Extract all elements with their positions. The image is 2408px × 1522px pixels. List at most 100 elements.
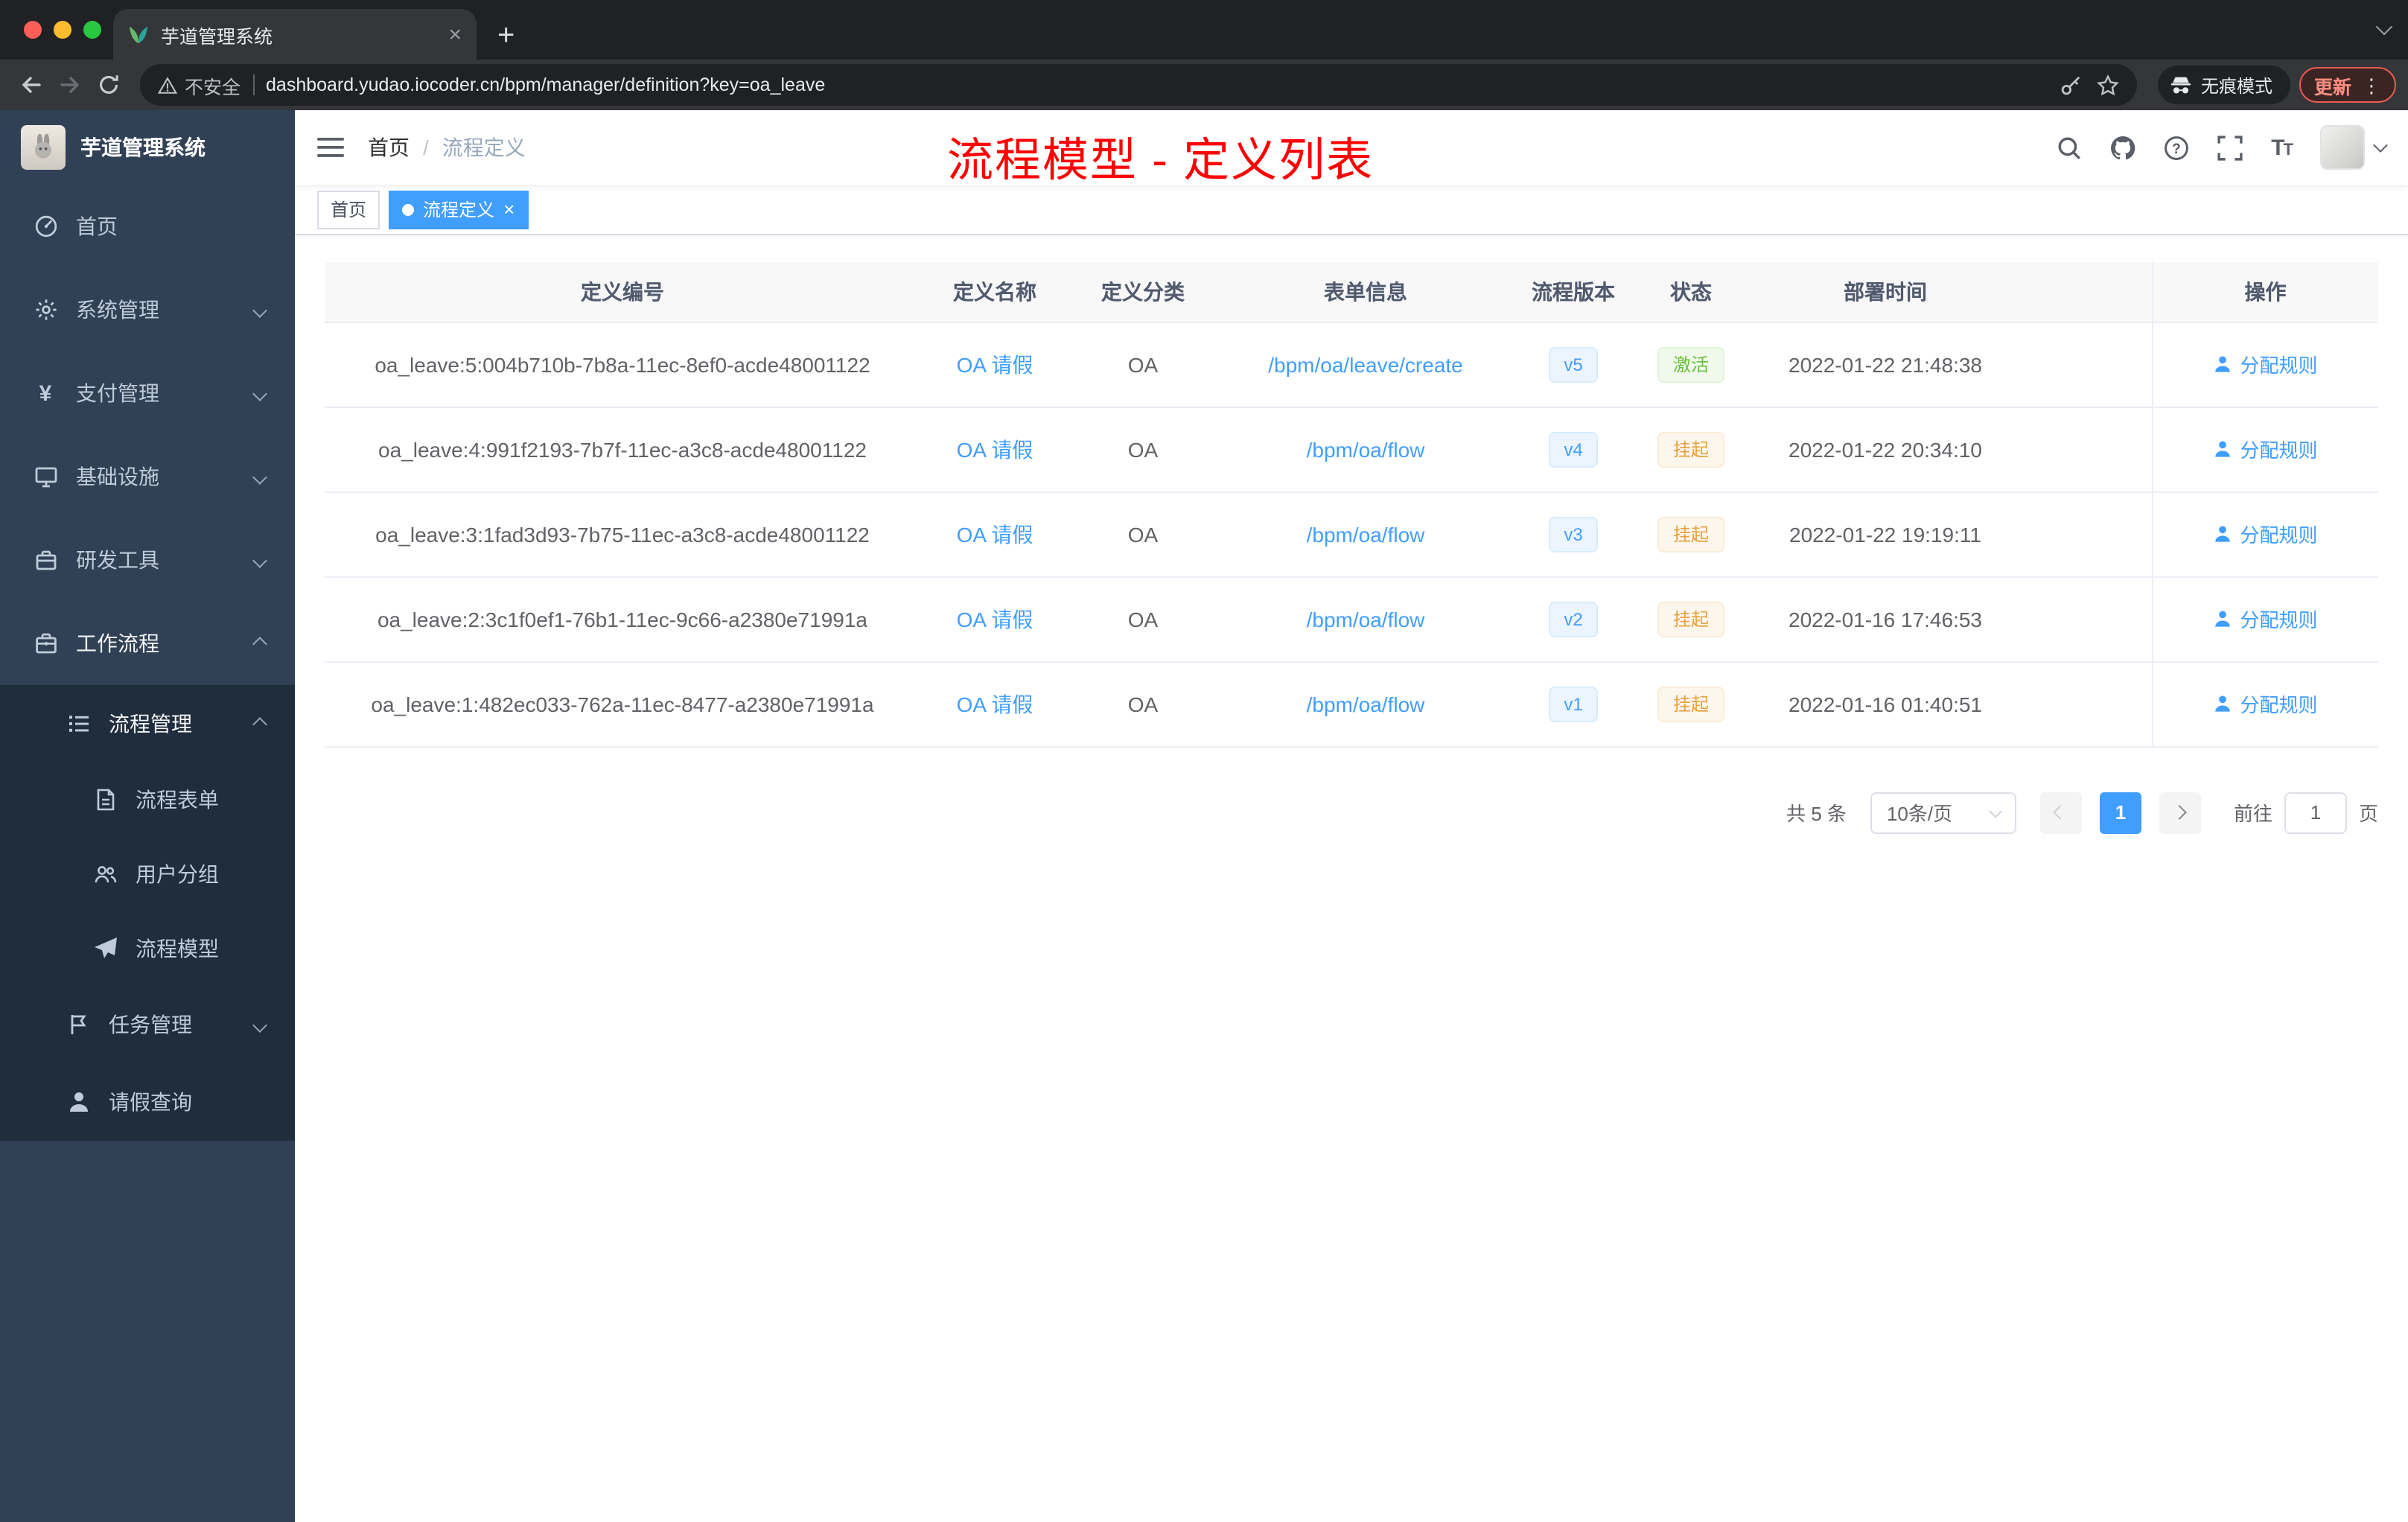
version-badge: v5 xyxy=(1549,346,1598,382)
sidebar-item-home[interactable]: 首页 xyxy=(0,185,295,268)
browser-menu-icon[interactable]: ⋮ xyxy=(2362,75,2381,95)
security-indicator[interactable]: 不安全 xyxy=(158,71,241,99)
form-link[interactable]: /bpm/oa/flow xyxy=(1307,692,1425,716)
font-size-icon[interactable]: TT xyxy=(2271,135,2293,160)
tag-close-icon[interactable]: × xyxy=(503,200,515,219)
page-content: 定义编号 定义名称 定义分类 表单信息 流程版本 状态 部署时间 操作 oa_l… xyxy=(295,235,2408,1522)
next-page-button[interactable] xyxy=(2159,792,2201,833)
sidebar-item-leave-query[interactable]: 请假查询 xyxy=(0,1063,295,1141)
annotation-text: 流程模型 - 定义列表 xyxy=(947,134,1375,186)
browser-tab[interactable]: 芋道管理系统 × xyxy=(113,9,477,60)
form-link[interactable]: /bpm/oa/leave/create xyxy=(1268,352,1463,376)
screen: 芋道管理系统 × + 不安全 dashboard.yudao.iocoder.c… xyxy=(0,0,2408,1522)
prev-page-button[interactable] xyxy=(2039,792,2082,833)
browser-update-button[interactable]: 更新 ⋮ xyxy=(2299,67,2396,103)
yen-icon: ¥ xyxy=(39,380,52,406)
tab-search-icon[interactable] xyxy=(2375,18,2393,36)
chevron-down-icon xyxy=(252,469,267,484)
reload-button[interactable] xyxy=(89,66,128,104)
address-bar[interactable]: 不安全 dashboard.yudao.iocoder.cn/bpm/manag… xyxy=(140,64,2137,106)
url-text[interactable]: dashboard.yudao.iocoder.cn/bpm/manager/d… xyxy=(266,74,2045,95)
chevron-down-icon xyxy=(252,553,267,567)
sidebar-item-infrastructure[interactable]: 基础设施 xyxy=(0,435,295,518)
github-icon[interactable] xyxy=(2110,135,2135,160)
sidebar-item-process-model[interactable]: 流程模型 xyxy=(0,911,295,986)
definition-name-link[interactable]: OA 请假 xyxy=(957,692,1033,716)
password-key-icon[interactable] xyxy=(2060,74,2082,96)
sidebar-item-process-management[interactable]: 流程管理 xyxy=(0,685,295,762)
assign-rule-link[interactable]: 分配规则 xyxy=(2213,520,2318,548)
table-row: oa_leave:1:482ec033-762a-11ec-8477-a2380… xyxy=(325,661,2378,747)
definition-name-link[interactable]: OA 请假 xyxy=(957,522,1033,546)
cell-category: OA xyxy=(1069,407,1217,492)
assign-rule-link[interactable]: 分配规则 xyxy=(2213,605,2318,633)
column-header-id: 定义编号 xyxy=(325,262,920,322)
status-badge: 挂起 xyxy=(1657,601,1724,637)
sidebar-item-payment[interactable]: ¥ 支付管理 xyxy=(0,351,295,435)
assign-rule-link[interactable]: 分配规则 xyxy=(2213,435,2318,463)
close-window-button[interactable] xyxy=(24,21,42,39)
version-badge: v4 xyxy=(1549,431,1598,467)
sidebar-item-label: 流程表单 xyxy=(136,788,219,812)
sidebar-item-process-form[interactable]: 流程表单 xyxy=(0,762,295,837)
person-icon xyxy=(2215,441,2231,457)
help-icon[interactable]: ? xyxy=(2164,135,2189,160)
fullscreen-icon[interactable] xyxy=(2217,135,2243,160)
tag-home[interactable]: 首页 xyxy=(317,190,380,229)
window-controls xyxy=(24,21,101,39)
goto-page-input[interactable] xyxy=(2284,792,2347,833)
tab-title: 芋道管理系统 xyxy=(161,26,273,47)
cell-deploy-time: 2022-01-22 21:48:38 xyxy=(1750,322,2021,407)
sidebar-item-label: 任务管理 xyxy=(109,1013,192,1037)
sidebar-item-label: 首页 xyxy=(76,214,118,238)
assign-rule-link[interactable]: 分配规则 xyxy=(2213,690,2318,718)
breadcrumb-home[interactable]: 首页 xyxy=(368,133,410,162)
sidebar-item-label: 工作流程 xyxy=(76,631,159,655)
definition-name-link[interactable]: OA 请假 xyxy=(957,607,1033,631)
chevron-down-icon xyxy=(252,1017,267,1032)
navbar-actions: ? TT xyxy=(2057,125,2388,170)
forward-button[interactable] xyxy=(51,66,89,104)
version-badge: v3 xyxy=(1549,516,1598,552)
sidebar-item-task-management[interactable]: 任务管理 xyxy=(0,986,295,1063)
avatar[interactable] xyxy=(2320,125,2365,170)
sidebar-item-label: 用户分组 xyxy=(136,862,219,886)
sidebar-item-system[interactable]: 系统管理 xyxy=(0,268,295,351)
search-icon[interactable] xyxy=(2057,135,2082,160)
column-header-version: 流程版本 xyxy=(1514,262,1632,322)
new-tab-button[interactable]: + xyxy=(497,21,515,51)
tag-label: 流程定义 xyxy=(423,200,495,220)
bookmark-star-icon[interactable] xyxy=(2097,74,2119,96)
tag-label: 首页 xyxy=(331,200,367,220)
tag-process-definition[interactable]: 流程定义 × xyxy=(389,190,529,229)
sidebar-item-devtools[interactable]: 研发工具 xyxy=(0,518,295,602)
zoom-window-button[interactable] xyxy=(83,21,101,39)
tab-close-icon[interactable]: × xyxy=(448,23,462,45)
status-badge: 激活 xyxy=(1657,346,1724,382)
status-badge: 挂起 xyxy=(1657,431,1724,467)
page-size-value: 10条/页 xyxy=(1886,803,1953,825)
page-size-select[interactable]: 10条/页 xyxy=(1870,792,2016,833)
back-button[interactable] xyxy=(12,66,51,104)
sidebar-item-user-group[interactable]: 用户分组 xyxy=(0,837,295,911)
sidebar-item-workflow[interactable]: 工作流程 xyxy=(0,602,295,685)
definition-name-link[interactable]: OA 请假 xyxy=(957,437,1033,461)
favicon xyxy=(128,24,149,45)
cell-id: oa_leave:5:004b710b-7b8a-11ec-8ef0-acde4… xyxy=(325,322,920,407)
definition-name-link[interactable]: OA 请假 xyxy=(957,352,1033,376)
cell-category: OA xyxy=(1069,576,1217,662)
incognito-badge[interactable]: 无痕模式 xyxy=(2157,66,2290,104)
user-menu[interactable] xyxy=(2320,125,2388,170)
sidebar-item-label: 基础设施 xyxy=(76,465,159,488)
goto-label: 前往 xyxy=(2233,803,2272,825)
page-number-button[interactable]: 1 xyxy=(2099,792,2141,833)
form-link[interactable]: /bpm/oa/flow xyxy=(1307,522,1425,546)
assign-rule-link[interactable]: 分配规则 xyxy=(2213,350,2318,378)
caret-down-icon xyxy=(2373,138,2388,153)
pagination-total: 共 5 条 xyxy=(1786,803,1847,825)
form-link[interactable]: /bpm/oa/flow xyxy=(1307,607,1425,631)
minimize-window-button[interactable] xyxy=(54,21,71,39)
sidebar-collapse-icon[interactable] xyxy=(317,134,344,161)
form-link[interactable]: /bpm/oa/flow xyxy=(1307,437,1425,461)
table-row: oa_leave:5:004b710b-7b8a-11ec-8ef0-acde4… xyxy=(325,322,2378,407)
